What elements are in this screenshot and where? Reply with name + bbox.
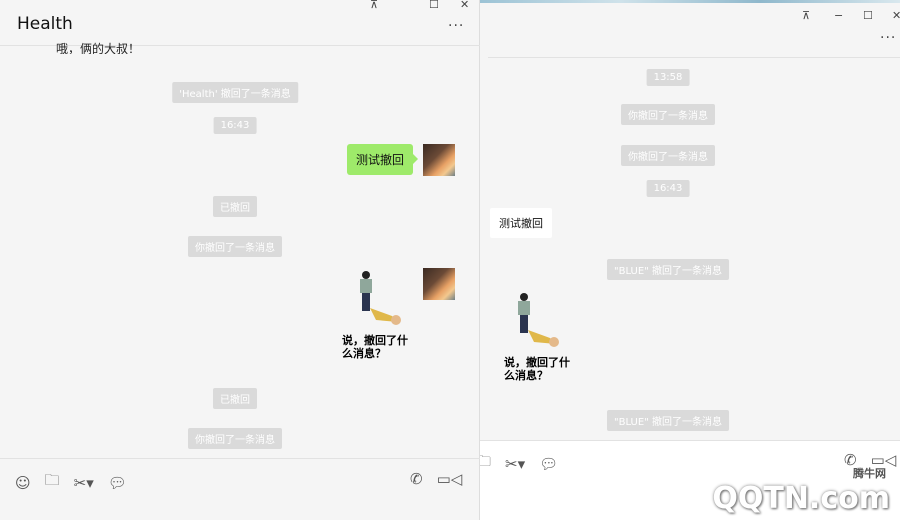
chat-window-blue: ⊼ − ☐ ✕ ··· 13:58 你撤回了一条消息 你撤回了一条消息 16:4… bbox=[476, 0, 900, 520]
close-button[interactable]: ✕ bbox=[892, 9, 900, 22]
received-message-bubble[interactable]: 测试撤回 bbox=[490, 208, 552, 238]
chat-window-health: Health ⊼ ☐ ✕ ··· 哦，俩的大叔！ 'Health' 撤回了一条消… bbox=[0, 0, 480, 520]
system-message: 你撤回了一条消息 bbox=[188, 428, 282, 449]
sticker-caption: 说，撤回了什么消息？ bbox=[342, 334, 408, 360]
truncated-message: 哦，俩的大叔！ bbox=[56, 42, 141, 54]
avatar[interactable] bbox=[423, 268, 455, 300]
window-top-edge bbox=[480, 0, 900, 3]
chat-toolbar: 🗀 ✂▾ 💬︎ bbox=[476, 451, 558, 476]
system-message: 你撤回了一条消息 bbox=[621, 145, 715, 166]
watermark-cn: 腾牛网 bbox=[849, 465, 890, 481]
watermark-logo: 腾牛网 QQTN.com bbox=[712, 465, 890, 516]
sticker-image bbox=[518, 293, 559, 347]
sticker-image bbox=[360, 271, 401, 325]
chat-bubble-icon[interactable]: 💬︎ bbox=[539, 455, 558, 473]
chat-title: Health bbox=[17, 14, 73, 34]
timestamp: 16:43 bbox=[213, 117, 257, 134]
input-divider bbox=[480, 440, 900, 441]
more-options-button[interactable]: ··· bbox=[448, 18, 464, 34]
timestamp: 16:43 bbox=[646, 180, 690, 197]
message-input[interactable] bbox=[0, 495, 480, 520]
close-button[interactable]: ✕ bbox=[460, 0, 469, 11]
system-message: 已撤回 bbox=[213, 388, 257, 409]
call-toolbar: ✆ ▭◁ bbox=[410, 470, 462, 488]
chat-toolbar: ☺ 🗀 ✂▾ 💬︎ bbox=[15, 470, 127, 495]
sent-message-bubble[interactable]: 测试撤回 bbox=[347, 144, 419, 175]
maximize-button[interactable]: ☐ bbox=[429, 0, 439, 11]
maximize-button[interactable]: ☐ bbox=[863, 9, 873, 22]
avatar[interactable] bbox=[423, 144, 455, 176]
system-message: "BLUE" 撤回了一条消息 bbox=[607, 410, 729, 431]
sticker-message[interactable]: 说，撤回了什么消息？ bbox=[504, 292, 574, 382]
phone-icon[interactable]: ✆ bbox=[410, 470, 423, 488]
system-message: 你撤回了一条消息 bbox=[621, 104, 715, 125]
minimize-button[interactable]: − bbox=[834, 9, 843, 22]
system-message: 已撤回 bbox=[213, 196, 257, 217]
more-options-button[interactable]: ··· bbox=[880, 30, 896, 46]
pin-icon[interactable]: ⊼ bbox=[802, 9, 810, 22]
scissors-icon[interactable]: ✂▾ bbox=[74, 474, 94, 492]
system-message: 你撤回了一条消息 bbox=[188, 236, 282, 257]
input-divider bbox=[0, 458, 480, 459]
sticker-message[interactable]: 说，撤回了什么消息？ bbox=[342, 270, 412, 360]
scissors-icon[interactable]: ✂▾ bbox=[505, 455, 525, 473]
header-divider bbox=[488, 57, 900, 58]
watermark-brand: QQTN.com bbox=[712, 481, 890, 516]
pin-icon[interactable]: ⊼ bbox=[370, 0, 378, 11]
system-message: "BLUE" 撤回了一条消息 bbox=[607, 259, 729, 280]
emoji-icon[interactable]: ☺ bbox=[15, 474, 31, 492]
timestamp: 13:58 bbox=[646, 69, 690, 86]
video-icon[interactable]: ▭◁ bbox=[437, 470, 463, 488]
system-message: 'Health' 撤回了一条消息 bbox=[172, 82, 298, 103]
chat-bubble-icon[interactable]: 💬︎ bbox=[108, 474, 127, 492]
folder-icon[interactable]: 🗀 bbox=[45, 470, 60, 495]
sticker-caption: 说，撤回了什么消息？ bbox=[504, 356, 570, 382]
